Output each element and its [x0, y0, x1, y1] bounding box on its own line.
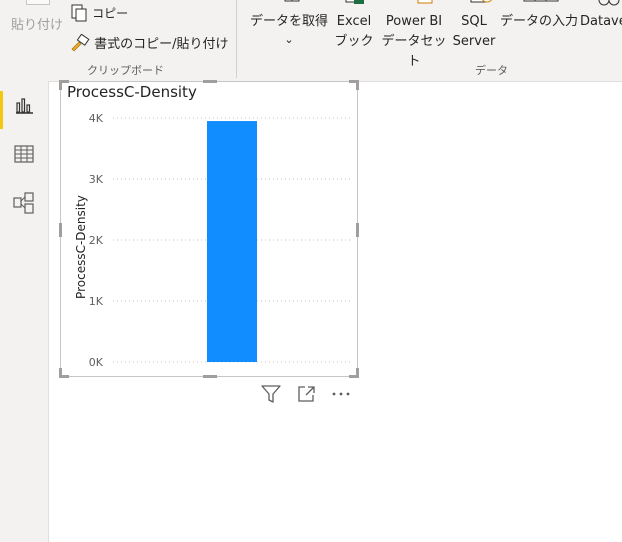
excel-label-line2: ブック [334, 34, 374, 49]
sql-server-icon [470, 0, 492, 3]
enter-data-button[interactable]: データの入力 [500, 0, 578, 56]
powerbi-label-line1: Power BI [385, 14, 443, 29]
y-tick-label: 2K [89, 234, 104, 247]
paste-button[interactable]: 貼り付け [6, 0, 66, 34]
y-tick-label: 3K [89, 173, 104, 186]
resize-handle-bl-v[interactable] [59, 368, 62, 378]
excel-workbook-button[interactable]: Excel ブック [333, 0, 375, 56]
resize-handle-tl-v[interactable] [59, 80, 62, 90]
chart-plot: 0K 1K 2K 3K 4K [89, 112, 353, 369]
clipboard-group-label: クリップボード [87, 64, 164, 77]
bar[interactable] [207, 121, 257, 362]
copy-label: コピー [92, 6, 129, 21]
table-icon [523, 0, 559, 2]
model-view-icon [13, 192, 34, 214]
get-data-button[interactable]: データを取得 ⌄ [250, 0, 328, 56]
ribbon: 貼り付け コピー 書式のコピー/貼り付け クリップボード データを取得 ⌄ Ex… [0, 0, 622, 82]
view-rail [0, 81, 49, 542]
model-view-button[interactable] [0, 181, 48, 225]
resize-handle-left[interactable] [59, 223, 62, 237]
format-painter-icon [71, 33, 90, 51]
paste-icon [26, 0, 50, 5]
dataset-icon [417, 0, 433, 4]
report-view-button[interactable] [0, 83, 48, 127]
get-data-label: データを取得 [250, 14, 329, 29]
sql-server-button[interactable]: SQL Server [452, 0, 496, 56]
y-tick-label: 4K [89, 112, 104, 125]
sql-label-line1: SQL [461, 14, 487, 29]
resize-handle-br-v[interactable] [356, 368, 359, 378]
dataverse-button[interactable]: Datave [580, 0, 622, 56]
dataverse-icon [598, 0, 620, 6]
dataverse-label: Datave [580, 14, 622, 29]
sql-label-line2: Server [452, 34, 496, 49]
visual-actions [260, 384, 360, 406]
data-group-label: データ [475, 64, 508, 77]
paste-label: 貼り付け [11, 18, 64, 33]
group-divider [236, 0, 237, 78]
powerbi-dataset-button[interactable]: Power BI データセット [380, 0, 448, 69]
excel-icon [345, 0, 364, 4]
filter-icon[interactable] [260, 384, 282, 404]
database-table-icon [284, 0, 300, 2]
focus-mode-icon[interactable] [296, 384, 318, 404]
resize-handle-bottom[interactable] [203, 375, 217, 378]
resize-handle-top[interactable] [203, 80, 217, 83]
more-options-icon[interactable] [330, 384, 352, 404]
data-view-button[interactable] [0, 132, 48, 176]
copy-icon [71, 4, 87, 22]
y-tick-label: 0K [89, 356, 104, 369]
format-painter-button[interactable]: 書式のコピー/貼り付け [70, 33, 229, 53]
resize-handle-tr-v[interactable] [356, 80, 359, 90]
excel-label-line1: Excel [336, 14, 372, 29]
format-painter-label: 書式のコピー/貼り付け [94, 37, 229, 52]
bar-chart-visual[interactable]: ProcessC-Density ProcessC-Density 0K 1K 2K… [59, 80, 359, 378]
enter-data-label: データの入力 [500, 14, 579, 29]
report-view-icon [16, 98, 33, 114]
powerbi-label-line2: データセット [381, 34, 447, 69]
chevron-down-icon: ⌄ [284, 33, 294, 46]
y-tick-label: 1K [89, 295, 104, 308]
copy-button[interactable]: コピー [70, 4, 128, 24]
table-view-icon [14, 145, 34, 163]
resize-handle-right[interactable] [356, 223, 359, 237]
